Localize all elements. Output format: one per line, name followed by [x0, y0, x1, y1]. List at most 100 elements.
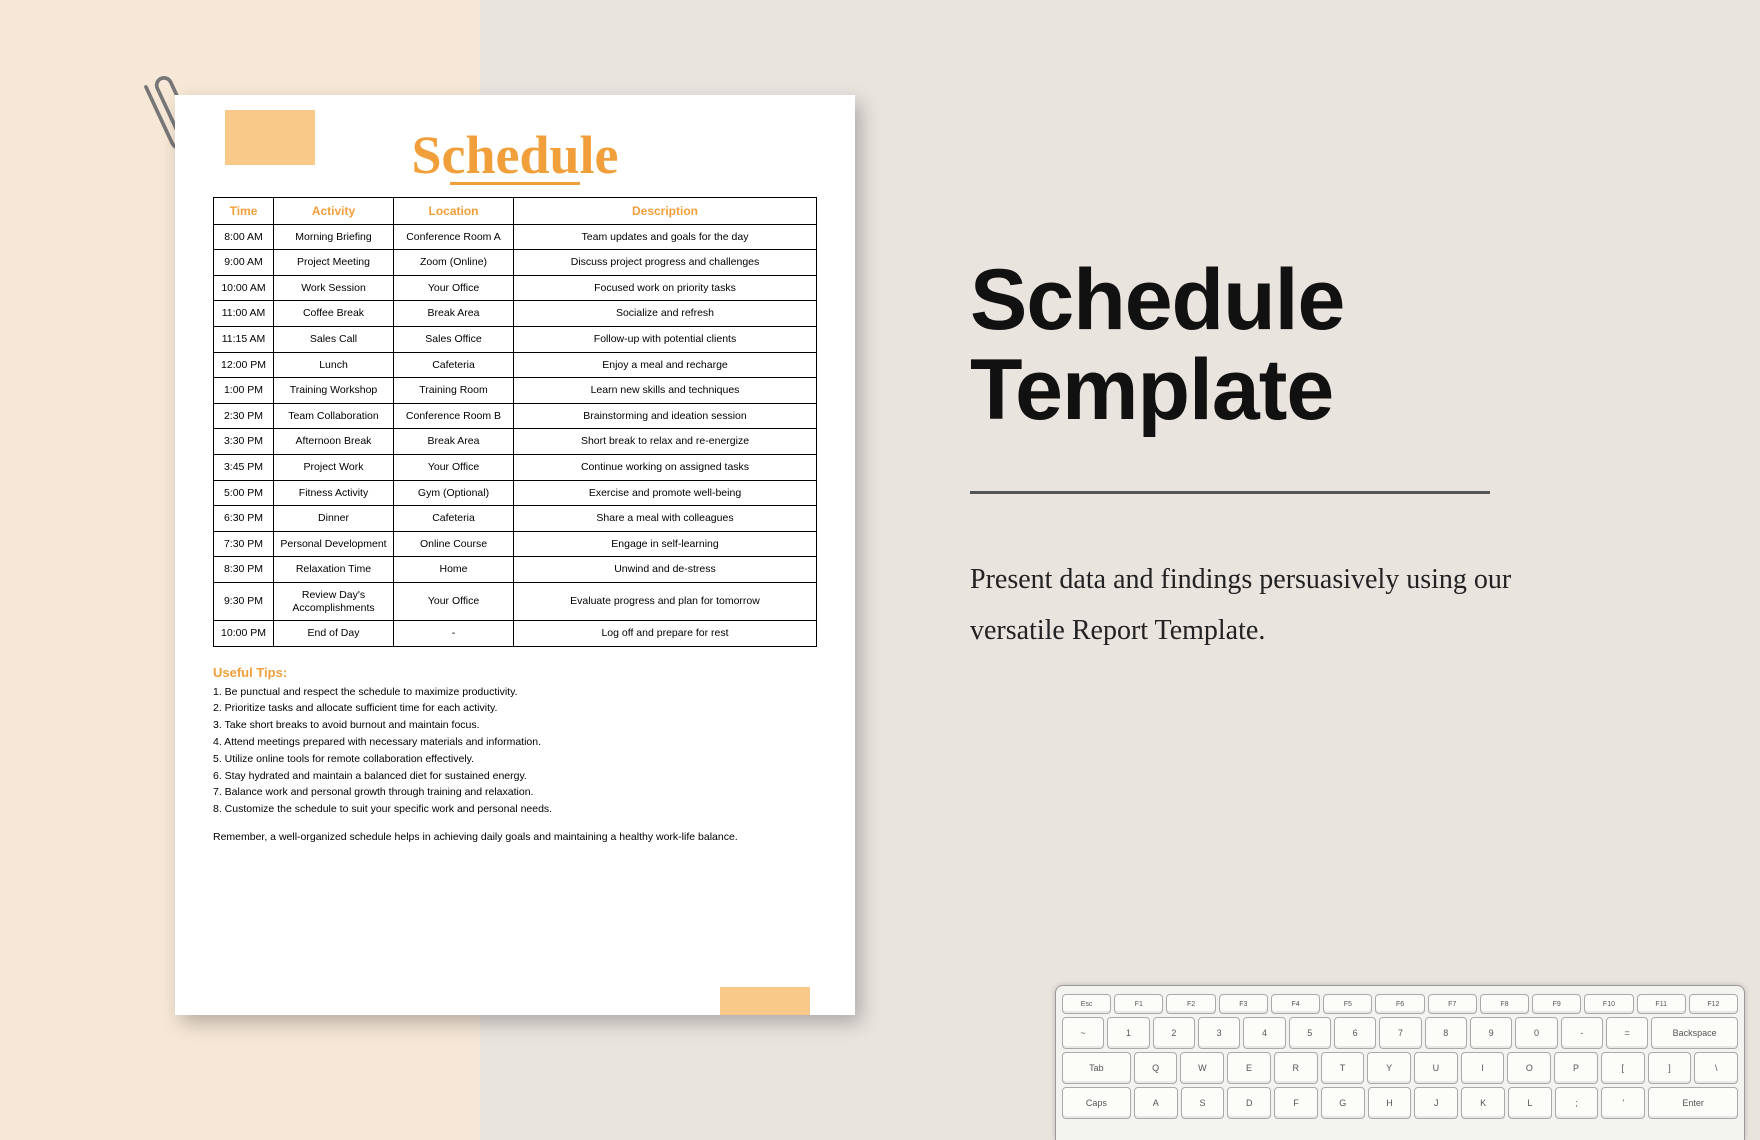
cell-location: Your Office [394, 454, 514, 480]
table-row: 2:30 PMTeam CollaborationConference Room… [214, 403, 817, 429]
cell-location: Gym (Optional) [394, 480, 514, 506]
key: H [1368, 1087, 1412, 1119]
cell-activity: Afternoon Break [274, 429, 394, 455]
key: F1 [1114, 994, 1163, 1014]
cell-location: - [394, 621, 514, 647]
key: T [1321, 1052, 1365, 1084]
cell-location: Zoom (Online) [394, 250, 514, 276]
key: 4 [1243, 1017, 1285, 1049]
cell-activity: Personal Development [274, 531, 394, 557]
key: P [1554, 1052, 1598, 1084]
cell-desc: Discuss project progress and challenges [514, 250, 817, 276]
key: I [1461, 1052, 1505, 1084]
key: W [1180, 1052, 1224, 1084]
table-row: 10:00 PMEnd of Day-Log off and prepare f… [214, 621, 817, 647]
cell-time: 9:30 PM [214, 582, 274, 620]
cell-activity: Review Day's Accomplishments [274, 582, 394, 620]
cell-desc: Socialize and refresh [514, 301, 817, 327]
key: ~ [1062, 1017, 1104, 1049]
cell-location: Break Area [394, 429, 514, 455]
key: A [1134, 1087, 1178, 1119]
right-text-block: Schedule Template Present data and findi… [970, 255, 1670, 657]
key: F [1274, 1087, 1318, 1119]
cell-location: Break Area [394, 301, 514, 327]
key: L [1508, 1087, 1552, 1119]
cell-location: Cafeteria [394, 506, 514, 532]
cell-desc: Learn new skills and techniques [514, 378, 817, 404]
tip-line: 6. Stay hydrated and maintain a balanced… [213, 768, 817, 785]
cell-desc: Short break to relax and re-energize [514, 429, 817, 455]
cell-activity: Training Workshop [274, 378, 394, 404]
key: \ [1694, 1052, 1738, 1084]
col-activity: Activity [274, 197, 394, 224]
key: F9 [1532, 994, 1581, 1014]
table-row: 11:15 AMSales CallSales OfficeFollow-up … [214, 326, 817, 352]
cell-time: 1:00 PM [214, 378, 274, 404]
cell-activity: Morning Briefing [274, 224, 394, 250]
cell-location: Your Office [394, 275, 514, 301]
key: ' [1601, 1087, 1645, 1119]
cell-time: 8:30 PM [214, 557, 274, 583]
cell-location: Training Room [394, 378, 514, 404]
key: F10 [1584, 994, 1633, 1014]
key: G [1321, 1087, 1365, 1119]
table-header-row: Time Activity Location Description [214, 197, 817, 224]
cell-time: 6:30 PM [214, 506, 274, 532]
key: R [1274, 1052, 1318, 1084]
cell-desc: Exercise and promote well-being [514, 480, 817, 506]
key: Backspace [1651, 1017, 1738, 1049]
page-title-line2: Template [970, 345, 1670, 435]
key: 3 [1198, 1017, 1240, 1049]
tips-list: 1. Be punctual and respect the schedule … [213, 684, 817, 818]
page-title-line1: Schedule [970, 255, 1670, 345]
cell-activity: Sales Call [274, 326, 394, 352]
accent-block-top [225, 110, 315, 165]
tip-line: 5. Utilize online tools for remote colla… [213, 751, 817, 768]
col-description: Description [514, 197, 817, 224]
table-row: 9:00 AMProject MeetingZoom (Online)Discu… [214, 250, 817, 276]
cell-time: 10:00 AM [214, 275, 274, 301]
tips-heading: Useful Tips: [213, 665, 817, 680]
key: F8 [1480, 994, 1529, 1014]
keyboard-prop: EscF1F2F3F4F5F6F7F8F9F10F11F12 ~12345678… [1055, 985, 1745, 1140]
key: F6 [1375, 994, 1424, 1014]
key: [ [1601, 1052, 1645, 1084]
cell-location: Home [394, 557, 514, 583]
cell-time: 7:30 PM [214, 531, 274, 557]
table-row: 8:30 PMRelaxation TimeHomeUnwind and de-… [214, 557, 817, 583]
cell-activity: Fitness Activity [274, 480, 394, 506]
key: F3 [1219, 994, 1268, 1014]
cell-time: 11:00 AM [214, 301, 274, 327]
key: 0 [1515, 1017, 1557, 1049]
cell-time: 9:00 AM [214, 250, 274, 276]
key: K [1461, 1087, 1505, 1119]
key: Y [1367, 1052, 1411, 1084]
table-row: 10:00 AMWork SessionYour OfficeFocused w… [214, 275, 817, 301]
page-title: Schedule Template [970, 255, 1670, 436]
table-row: 1:00 PMTraining WorkshopTraining RoomLea… [214, 378, 817, 404]
key: Enter [1648, 1087, 1738, 1119]
key: 6 [1334, 1017, 1376, 1049]
key: 1 [1107, 1017, 1149, 1049]
schedule-table: Time Activity Location Description 8:00 … [213, 197, 817, 647]
document-card: Schedule Time Activity Location Descript… [175, 95, 855, 1015]
key: F7 [1428, 994, 1477, 1014]
cell-activity: Relaxation Time [274, 557, 394, 583]
cell-time: 10:00 PM [214, 621, 274, 647]
cell-time: 3:30 PM [214, 429, 274, 455]
key: 8 [1425, 1017, 1467, 1049]
cell-desc: Evaluate progress and plan for tomorrow [514, 582, 817, 620]
key: Tab [1062, 1052, 1131, 1084]
key: = [1606, 1017, 1648, 1049]
cell-location: Conference Room A [394, 224, 514, 250]
key: F2 [1166, 994, 1215, 1014]
cell-desc: Focused work on priority tasks [514, 275, 817, 301]
table-row: 6:30 PMDinnerCafeteriaShare a meal with … [214, 506, 817, 532]
key: F5 [1323, 994, 1372, 1014]
col-location: Location [394, 197, 514, 224]
tip-line: 4. Attend meetings prepared with necessa… [213, 734, 817, 751]
key: J [1414, 1087, 1458, 1119]
cell-location: Conference Room B [394, 403, 514, 429]
key: O [1507, 1052, 1551, 1084]
cell-desc: Brainstorming and ideation session [514, 403, 817, 429]
